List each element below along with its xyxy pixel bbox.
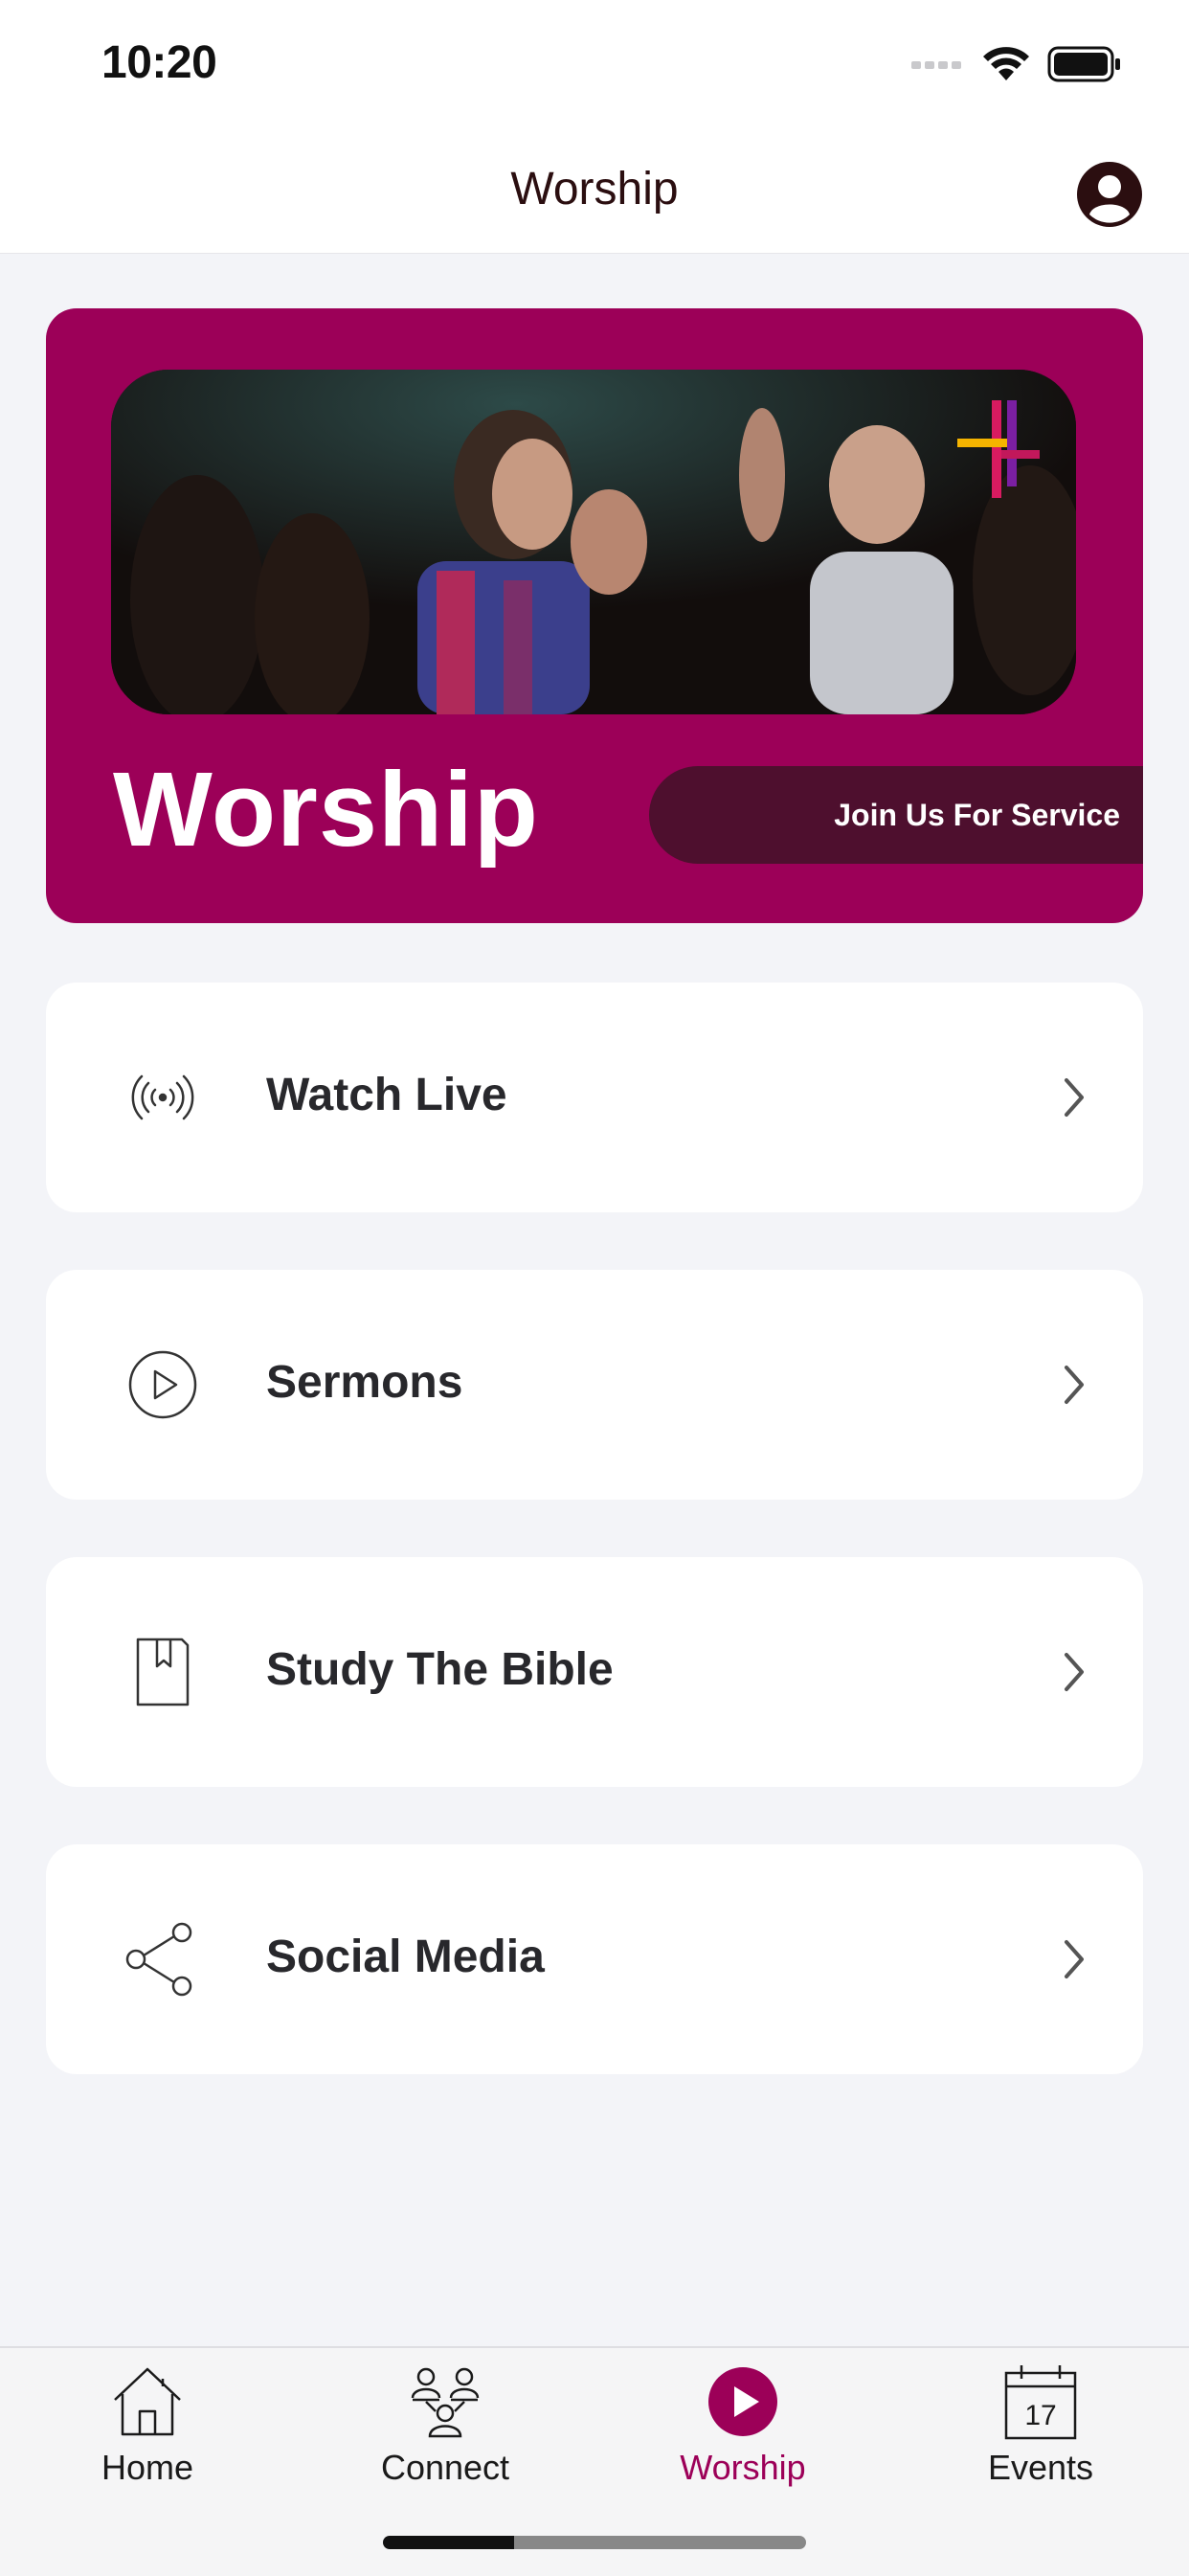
status-icons [911, 46, 1122, 82]
menu-item-sermons[interactable]: Sermons [46, 1270, 1143, 1500]
status-bar: 10:20 [0, 0, 1189, 134]
worship-banner: Worship Join Us For Service [46, 308, 1143, 923]
chevron-right-icon [1065, 1366, 1084, 1404]
tab-worship[interactable]: Worship [638, 2361, 848, 2488]
battery-icon [1047, 46, 1120, 82]
tab-connect[interactable]: Connect [340, 2361, 550, 2488]
menu-item-label: Social Media [266, 1932, 545, 1982]
tab-label: Worship [680, 2448, 806, 2487]
play-circle-filled-icon [708, 2367, 777, 2436]
bible-book-icon [136, 1638, 190, 1706]
worship-photo [111, 370, 1076, 714]
live-broadcast-icon [131, 1074, 194, 1120]
tab-events[interactable]: 17 Events [935, 2361, 1146, 2488]
calendar-icon: 17 [1004, 2365, 1077, 2440]
menu-item-label: Sermons [266, 1357, 463, 1408]
chevron-right-icon [1065, 1653, 1084, 1691]
menu-item-study-bible[interactable]: Study The Bible [46, 1557, 1143, 1787]
tab-label: Home [101, 2448, 194, 2487]
tab-label: Events [987, 2448, 1094, 2487]
share-icon [125, 1922, 192, 1997]
status-time: 10:20 [101, 37, 217, 88]
tab-label: Connect [380, 2448, 510, 2487]
people-icon [411, 2367, 480, 2438]
banner-title: Worship [113, 751, 539, 869]
menu-item-social-media[interactable]: Social Media [46, 1844, 1143, 2074]
page-title: Worship [510, 164, 679, 215]
join-us-button[interactable]: Join Us For Service [649, 766, 1143, 864]
chevron-right-icon [1065, 1940, 1084, 1978]
play-circle-icon [128, 1350, 197, 1419]
menu-item-label: Watch Live [266, 1070, 507, 1120]
signal-icon [911, 61, 961, 69]
chevron-right-icon [1065, 1078, 1084, 1117]
profile-avatar-icon[interactable] [1076, 161, 1143, 228]
tab-home[interactable]: Home [42, 2361, 253, 2488]
home-icon [114, 2367, 181, 2436]
svg-text:17: 17 [1024, 2400, 1056, 2431]
menu-item-watch-live[interactable]: Watch Live [46, 983, 1143, 1212]
home-indicator [383, 2536, 806, 2549]
wifi-icon [983, 47, 1029, 80]
nav-header: Worship [0, 134, 1189, 254]
menu-item-label: Study The Bible [266, 1644, 614, 1695]
